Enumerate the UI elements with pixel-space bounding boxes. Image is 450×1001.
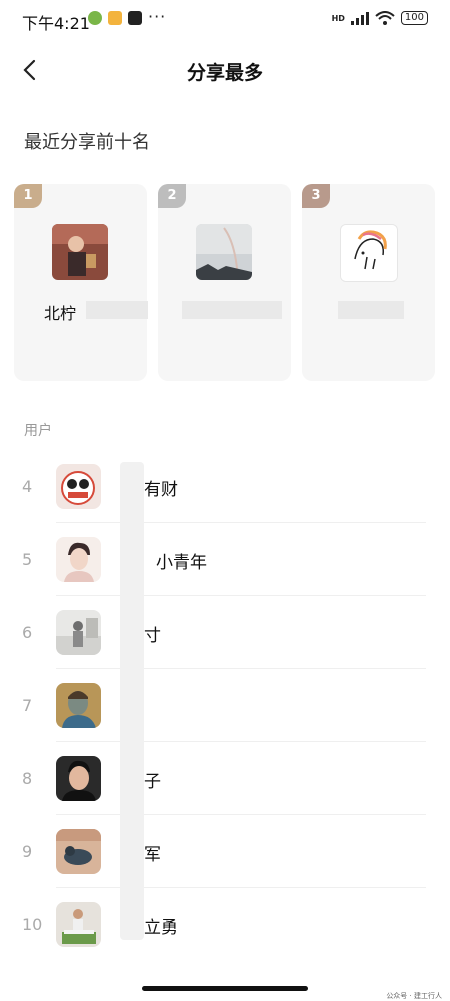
- avatar: [340, 224, 398, 282]
- status-right: HD 100: [332, 11, 428, 25]
- avatar: [56, 464, 101, 509]
- rank-number: 8: [22, 769, 33, 788]
- capcut-notification-icon: [128, 11, 142, 25]
- notes-notification-icon: [108, 11, 122, 25]
- avatar: [56, 829, 101, 874]
- user-name: 军: [144, 845, 161, 865]
- user-name: 寸: [144, 626, 161, 646]
- list-item[interactable]: 10 立勇: [0, 888, 450, 961]
- avatar: [56, 902, 101, 947]
- list-item[interactable]: 6 寸: [0, 596, 450, 669]
- top-three-cards: 1 北柠 2 3: [14, 184, 436, 384]
- rank-number: 7: [22, 696, 33, 715]
- rank-number: 9: [22, 842, 33, 861]
- app-notification-icon: [88, 11, 102, 25]
- signal-icon: [350, 11, 369, 25]
- avatar: [196, 224, 252, 280]
- top-card-1[interactable]: 1 北柠: [14, 184, 148, 381]
- user-name: 子: [144, 772, 161, 792]
- user-name: 小青年: [156, 553, 207, 573]
- avatar: [52, 224, 108, 280]
- masked-text: [182, 301, 282, 319]
- status-bar: 下午4:21 ··· HD 100: [0, 0, 450, 40]
- list-item[interactable]: 9 军: [0, 815, 450, 888]
- status-time: 下午4:21: [22, 14, 90, 33]
- rank-badge: 3: [302, 184, 330, 208]
- list-item[interactable]: 8 子: [0, 742, 450, 815]
- notification-icons: [88, 11, 142, 25]
- user-name: 立勇: [144, 918, 178, 938]
- avatar: [56, 537, 101, 582]
- top-card-3[interactable]: 3: [302, 184, 435, 381]
- more-notifications-icon: ···: [148, 7, 167, 26]
- page-title: 分享最多: [186, 62, 263, 84]
- top-card-2[interactable]: 2: [158, 184, 291, 381]
- avatar: [56, 610, 101, 655]
- wifi-icon: [375, 11, 395, 25]
- masked-names: [120, 462, 144, 940]
- users-label: 用户: [24, 423, 52, 439]
- masked-text: [338, 301, 404, 319]
- list-item[interactable]: 5 小青年: [0, 523, 450, 596]
- rank-number: 10: [22, 915, 43, 934]
- rank-badge: 1: [14, 184, 42, 208]
- masked-text: [86, 301, 148, 319]
- hd-label: HD: [331, 13, 345, 23]
- section-title: 最近分享前十名: [24, 132, 150, 153]
- list-item[interactable]: 7: [0, 669, 450, 742]
- rank-number: 5: [22, 550, 33, 569]
- user-name: 有财: [144, 480, 178, 500]
- battery-icon: 100: [400, 11, 428, 25]
- list-item[interactable]: 4 有财: [0, 450, 450, 523]
- card-name: 北柠: [44, 304, 77, 323]
- home-indicator[interactable]: [142, 986, 308, 991]
- avatar: [56, 683, 101, 728]
- rank-number: 6: [22, 623, 33, 642]
- avatar: [56, 756, 101, 801]
- rank-number: 4: [22, 477, 33, 496]
- rank-badge: 2: [158, 184, 186, 208]
